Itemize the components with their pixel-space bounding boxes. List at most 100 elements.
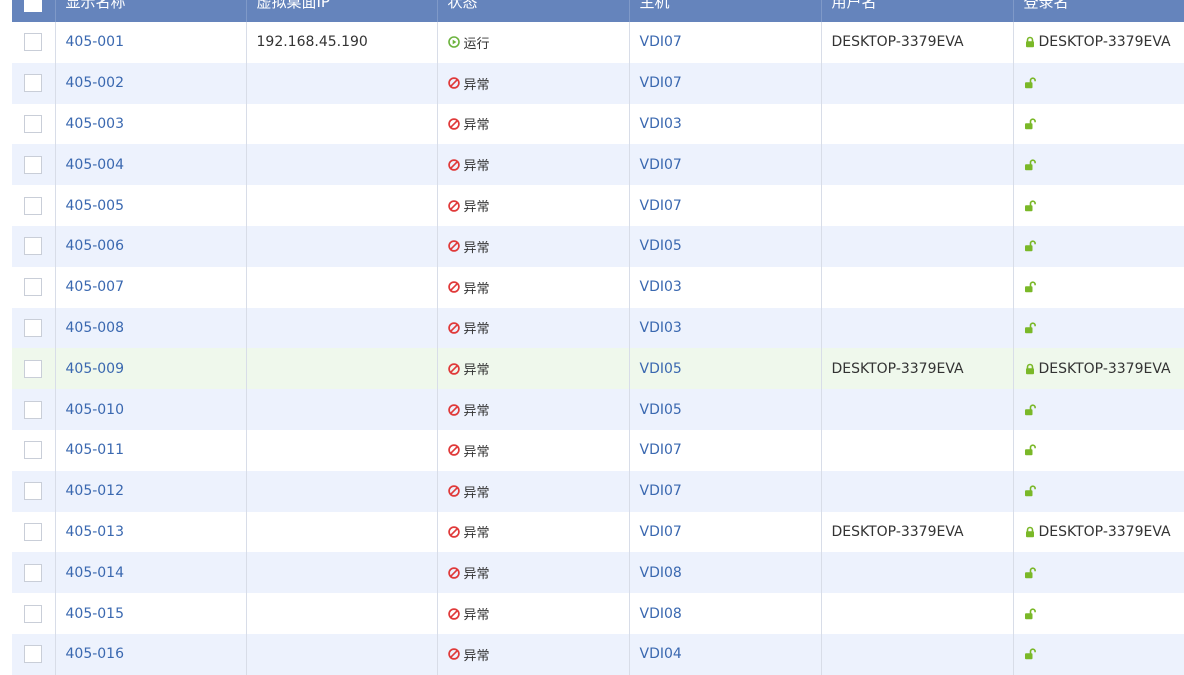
lock-open-icon[interactable] bbox=[1024, 483, 1036, 499]
row-checkbox[interactable] bbox=[24, 563, 43, 582]
host-link[interactable]: VDI07 bbox=[640, 483, 682, 499]
vm-name-link[interactable]: 405-012 bbox=[66, 483, 125, 499]
col-header-user[interactable]: 用户名 bbox=[820, 0, 1013, 22]
lock-open-icon[interactable] bbox=[1024, 157, 1036, 173]
row-select-cell bbox=[12, 267, 55, 308]
vm-name-link[interactable]: 405-007 bbox=[66, 279, 125, 295]
col-header-name[interactable]: 显示名称 bbox=[54, 0, 246, 22]
row-checkbox[interactable] bbox=[24, 359, 43, 378]
vm-name-link[interactable]: 405-008 bbox=[66, 320, 125, 336]
error-icon bbox=[447, 606, 460, 621]
host-link[interactable]: VDI07 bbox=[640, 34, 682, 50]
host-link[interactable]: VDI04 bbox=[640, 646, 682, 662]
row-checkbox[interactable] bbox=[24, 318, 43, 337]
col-header-login[interactable]: 登录名 bbox=[1012, 0, 1184, 22]
lock-open-icon[interactable] bbox=[1024, 320, 1036, 336]
table-row[interactable]: 405-003 异常 VDI03 bbox=[12, 103, 1184, 145]
vm-name-link[interactable]: 405-003 bbox=[66, 116, 125, 132]
lock-open-icon[interactable] bbox=[1024, 279, 1036, 295]
table-row[interactable]: 405-008 异常 VDI03 bbox=[12, 307, 1184, 349]
name-cell: 405-003 bbox=[54, 103, 246, 145]
row-checkbox[interactable] bbox=[24, 645, 43, 664]
table-row[interactable]: 405-015 异常 VDI08 bbox=[12, 593, 1184, 634]
ip-cell: 192.168.45.190 bbox=[245, 22, 437, 63]
row-checkbox[interactable] bbox=[24, 522, 43, 541]
vm-name-link[interactable]: 405-001 bbox=[66, 34, 125, 50]
table-row[interactable]: 405-013 异常 VDI07 DESKTOP-3379EVA DESKTOP-337… bbox=[12, 511, 1184, 553]
host-link[interactable]: VDI05 bbox=[640, 402, 682, 418]
lock-closed-icon[interactable] bbox=[1024, 34, 1036, 50]
table-row[interactable]: 405-001 192.168.45.190 运行 VDI07 DESKTOP-3379… bbox=[12, 22, 1184, 63]
col-header-status[interactable]: 状态 bbox=[436, 0, 629, 22]
vm-name-link[interactable]: 405-014 bbox=[66, 565, 125, 581]
vm-name-link[interactable]: 405-010 bbox=[66, 402, 125, 418]
login-value bbox=[1024, 402, 1039, 418]
vm-name-link[interactable]: 405-016 bbox=[66, 646, 125, 662]
error-icon bbox=[447, 280, 460, 295]
table-row[interactable]: 405-009 异常 VDI05 DESKTOP-3379EVA DESKTOP-337… bbox=[12, 348, 1184, 390]
vm-table: 显示名称 虚拟桌面IP 状态 主机 用户名 登录名 405-001 192.168… bbox=[12, 0, 1184, 675]
lock-open-icon[interactable] bbox=[1024, 606, 1036, 622]
row-checkbox[interactable] bbox=[24, 155, 43, 174]
table-row[interactable]: 405-005 异常 VDI07 bbox=[12, 185, 1184, 226]
lock-open-icon[interactable] bbox=[1024, 238, 1036, 254]
vm-name-link[interactable]: 405-013 bbox=[66, 524, 125, 540]
table-row[interactable]: 405-011 异常 VDI07 bbox=[12, 429, 1184, 471]
host-link[interactable]: VDI05 bbox=[640, 361, 682, 377]
lock-closed-icon[interactable] bbox=[1024, 361, 1036, 377]
host-link[interactable]: VDI07 bbox=[640, 524, 682, 540]
user-cell bbox=[820, 429, 1013, 471]
lock-open-icon[interactable] bbox=[1024, 75, 1036, 91]
host-link[interactable]: VDI08 bbox=[640, 565, 682, 581]
error-icon bbox=[447, 443, 460, 458]
row-checkbox[interactable] bbox=[24, 400, 43, 419]
host-link[interactable]: VDI07 bbox=[640, 442, 682, 458]
row-checkbox[interactable] bbox=[24, 278, 43, 297]
status-text: 异常 bbox=[463, 526, 490, 542]
vm-name-link[interactable]: 405-004 bbox=[66, 157, 125, 173]
select-all-checkbox[interactable] bbox=[24, 0, 43, 12]
table-row[interactable]: 405-002 异常 VDI07 bbox=[12, 62, 1184, 104]
table-row[interactable]: 405-006 异常 VDI05 bbox=[12, 225, 1184, 267]
table-row[interactable]: 405-010 异常 VDI05 bbox=[12, 389, 1184, 430]
row-checkbox[interactable] bbox=[24, 74, 43, 93]
row-checkbox[interactable] bbox=[24, 482, 43, 501]
table-row[interactable]: 405-004 异常 VDI07 bbox=[12, 144, 1184, 186]
vm-name-link[interactable]: 405-002 bbox=[66, 75, 125, 91]
row-checkbox[interactable] bbox=[24, 237, 43, 256]
lock-open-icon[interactable] bbox=[1024, 442, 1036, 458]
table-row[interactable]: 405-007 异常 VDI03 bbox=[12, 266, 1184, 308]
table-row[interactable]: 405-012 异常 VDI07 bbox=[12, 470, 1184, 512]
row-checkbox[interactable] bbox=[24, 33, 43, 52]
host-link[interactable]: VDI07 bbox=[640, 157, 682, 173]
row-checkbox[interactable] bbox=[24, 604, 43, 623]
lock-open-icon[interactable] bbox=[1024, 198, 1036, 214]
col-header-ip[interactable]: 虚拟桌面IP bbox=[245, 0, 437, 22]
vm-name-link[interactable]: 405-011 bbox=[66, 442, 125, 458]
login-cell: DESKTOP-3379EVA bbox=[1012, 22, 1184, 63]
col-header-host[interactable]: 主机 bbox=[628, 0, 821, 22]
lock-open-icon[interactable] bbox=[1024, 402, 1036, 418]
vm-name-link[interactable]: 405-006 bbox=[66, 238, 125, 254]
host-link[interactable]: VDI07 bbox=[640, 75, 682, 91]
name-cell: 405-012 bbox=[54, 470, 246, 512]
host-link[interactable]: VDI08 bbox=[640, 606, 682, 622]
row-checkbox[interactable] bbox=[24, 441, 43, 460]
vm-name-link[interactable]: 405-009 bbox=[66, 361, 125, 377]
lock-closed-icon[interactable] bbox=[1024, 524, 1036, 540]
host-link[interactable]: VDI03 bbox=[640, 116, 682, 132]
host-link[interactable]: VDI05 bbox=[640, 238, 682, 254]
table-row[interactable]: 405-016 异常 VDI04 bbox=[12, 633, 1184, 675]
row-checkbox[interactable] bbox=[24, 196, 43, 215]
host-link[interactable]: VDI03 bbox=[640, 320, 682, 336]
host-link[interactable]: VDI07 bbox=[640, 198, 682, 214]
row-select-cell bbox=[12, 308, 55, 349]
row-checkbox[interactable] bbox=[24, 114, 43, 133]
vm-name-link[interactable]: 405-005 bbox=[66, 198, 125, 214]
lock-open-icon[interactable] bbox=[1024, 646, 1036, 662]
vm-name-link[interactable]: 405-015 bbox=[66, 606, 125, 622]
table-row[interactable]: 405-014 异常 VDI08 bbox=[12, 552, 1184, 594]
lock-open-icon[interactable] bbox=[1024, 565, 1036, 581]
lock-open-icon[interactable] bbox=[1024, 116, 1036, 132]
host-link[interactable]: VDI03 bbox=[640, 279, 682, 295]
